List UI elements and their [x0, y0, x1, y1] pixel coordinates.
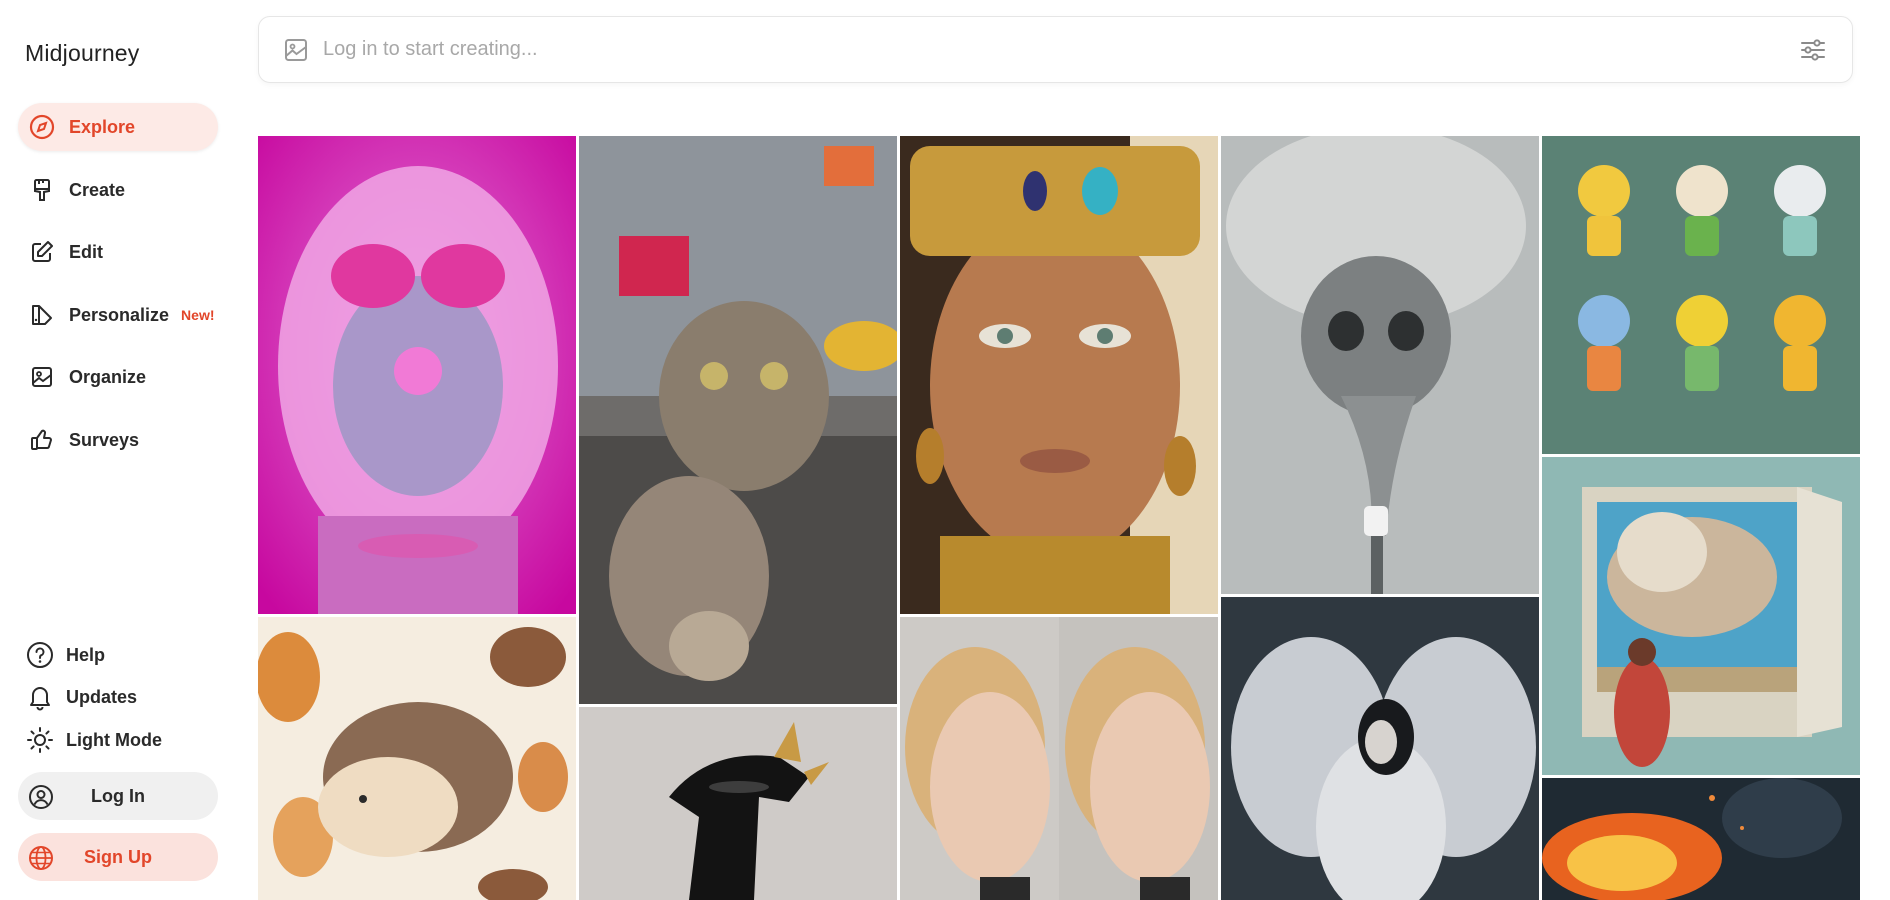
gallery-image-hedgehog-art: [258, 617, 576, 900]
gallery-image-black-dragon-art: [579, 707, 897, 900]
sign-up-button[interactable]: Sign Up: [18, 833, 218, 881]
nav-explore-label: Explore: [69, 116, 136, 137]
compass-icon: [29, 114, 55, 140]
sun-icon: [26, 726, 54, 754]
nav-explore[interactable]: Explore: [18, 103, 218, 151]
gallery-image-smoke-skull[interactable]: [1221, 136, 1539, 594]
image-icon: [29, 364, 55, 390]
nav-edit-label: Edit: [69, 241, 103, 262]
gallery-image-pink-girl[interactable]: [258, 136, 576, 614]
edit-icon: [29, 239, 55, 265]
gallery-image-toy-figures-art: [1542, 136, 1860, 454]
image-icon: [285, 38, 307, 61]
nav-create[interactable]: Create: [18, 166, 218, 214]
prompt-input[interactable]: [323, 38, 1798, 61]
gallery-image-smoke-skull-art: [1221, 136, 1539, 594]
gallery-image-fire[interactable]: [1542, 778, 1860, 900]
nav-surveys-label: Surveys: [69, 429, 140, 450]
sidebar: Midjourney Explore Create Edit Personali…: [0, 0, 240, 900]
gallery-image-fire-art: [1542, 778, 1860, 900]
nav-organize[interactable]: Organize: [18, 353, 218, 401]
personalize-icon: [29, 302, 55, 328]
updates-label: Updates: [66, 686, 138, 707]
gallery-image-window-cloud[interactable]: [1542, 457, 1860, 775]
thumbs-up-icon: [29, 427, 55, 453]
nav-surveys[interactable]: Surveys: [18, 416, 218, 464]
nav-create-label: Create: [69, 179, 126, 200]
nav-edit[interactable]: Edit: [18, 228, 218, 276]
new-badge: New!: [181, 307, 215, 323]
gallery-image-toy-figures[interactable]: [1542, 136, 1860, 454]
brush-icon: [29, 177, 55, 203]
brand-logo[interactable]: Midjourney: [25, 40, 140, 67]
user-circle-icon: [28, 784, 54, 810]
gallery-image-egyptian-queen-art: [900, 136, 1218, 614]
updates-link[interactable]: Updates: [26, 683, 137, 711]
gallery-image-pink-girl-art: [258, 136, 576, 614]
nav-personalize[interactable]: Personalize New!: [18, 291, 218, 339]
help-label: Help: [66, 644, 106, 665]
nav-personalize-label: Personalize: [69, 304, 170, 325]
gallery-image-cat-art: [579, 136, 897, 704]
light-mode-label: Light Mode: [66, 729, 162, 750]
gallery-image-black-dragon[interactable]: [579, 707, 897, 900]
bell-icon: [26, 683, 54, 711]
help-link[interactable]: Help: [26, 641, 105, 669]
gallery-image-blonde-profiles[interactable]: [900, 617, 1218, 900]
gallery-image-egyptian-queen[interactable]: [900, 136, 1218, 614]
gallery-image-window-cloud-art: [1542, 457, 1860, 775]
gallery-image-blonde-profiles-art: [900, 617, 1218, 900]
nav-organize-label: Organize: [69, 366, 147, 387]
globe-icon: [28, 845, 54, 871]
prompt-bar: [258, 16, 1853, 83]
gallery-image-cat[interactable]: [579, 136, 897, 704]
settings-sliders-icon[interactable]: [1798, 35, 1828, 65]
gallery-image-hedgehog[interactable]: [258, 617, 576, 900]
gallery-image-angel[interactable]: [1221, 597, 1539, 900]
log-in-button[interactable]: Log In: [18, 772, 218, 820]
light-mode-toggle[interactable]: Light Mode: [26, 726, 162, 754]
help-icon: [26, 641, 54, 669]
gallery-image-angel-art: [1221, 597, 1539, 900]
